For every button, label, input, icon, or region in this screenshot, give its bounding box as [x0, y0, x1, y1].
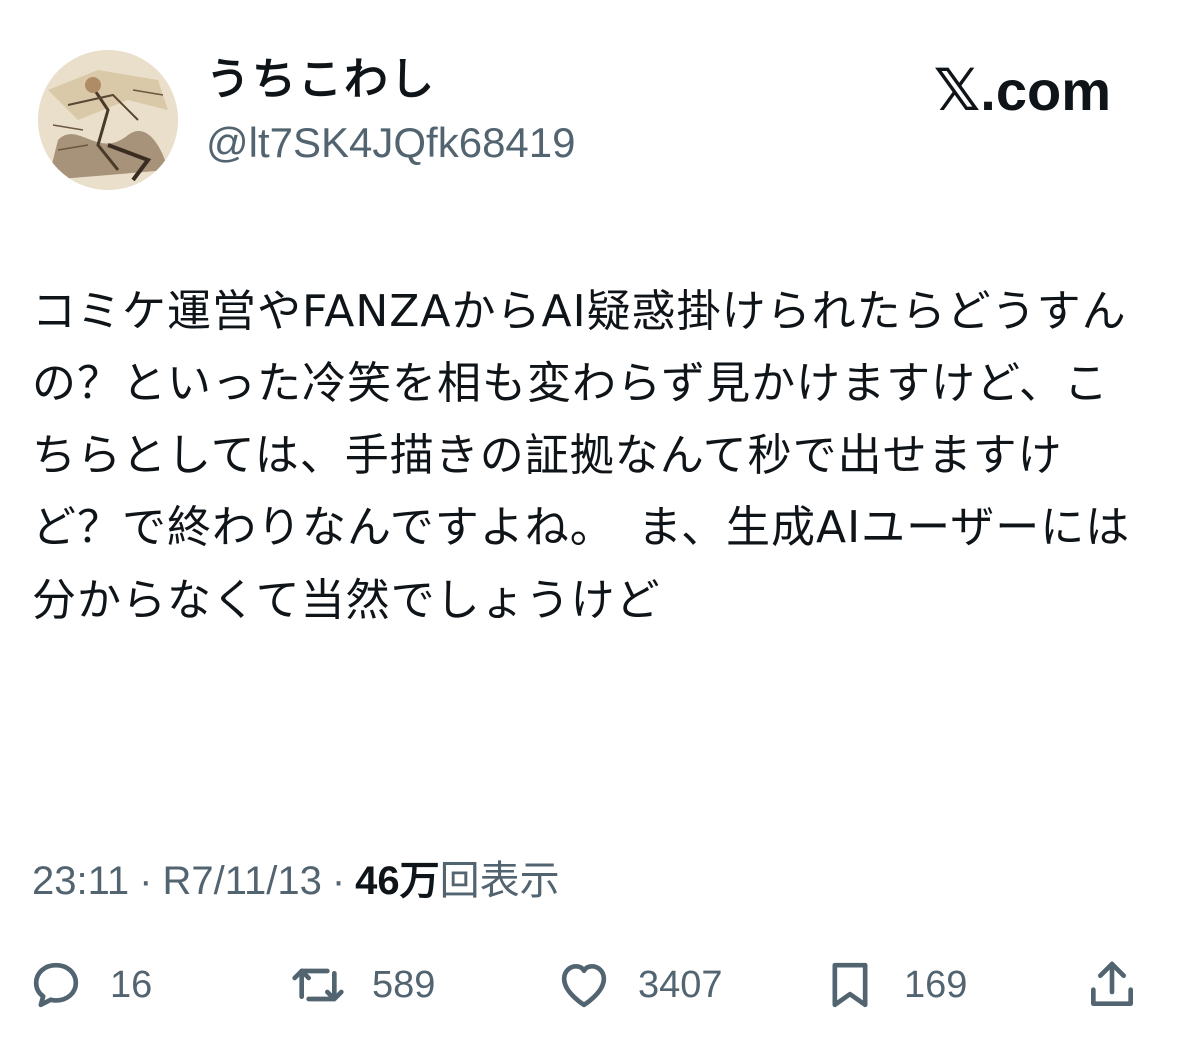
- bookmark-icon: [832, 962, 868, 1008]
- reply-icon: [33, 962, 79, 1008]
- meta-separator: ·: [139, 859, 153, 903]
- x-logo: 𝕏 .com: [934, 56, 1111, 124]
- tweet-date[interactable]: R7/11/13: [162, 859, 321, 903]
- share-icon: [1091, 961, 1133, 1006]
- heart-icon: [561, 964, 607, 1008]
- views-label: 回表示: [439, 859, 560, 903]
- like-button[interactable]: 3407: [556, 950, 723, 1020]
- share-button[interactable]: [1084, 950, 1140, 1020]
- repost-icon: [292, 968, 344, 1002]
- repost-button[interactable]: 589: [290, 950, 435, 1020]
- like-count: 3407: [638, 963, 723, 1006]
- action-bar: 16 589 3407 169: [0, 950, 1179, 1020]
- tweet-text: コミケ運営やFANZAからAI疑惑掛けられたらどうすんの？といった冷笑を相も変わ…: [32, 286, 1131, 626]
- user-handle[interactable]: @lt7SK4JQfk68419: [206, 118, 576, 168]
- reply-button[interactable]: 16: [28, 950, 152, 1020]
- x-domain-text: .com: [980, 59, 1111, 122]
- reply-count: 16: [110, 963, 153, 1006]
- bookmark-count: 169: [904, 963, 968, 1006]
- meta-separator: ·: [331, 859, 346, 903]
- avatar[interactable]: [38, 50, 178, 190]
- display-name[interactable]: うちこわし: [206, 54, 436, 107]
- bookmark-button[interactable]: 169: [822, 950, 967, 1020]
- x-logo-icon: 𝕏: [933, 56, 981, 124]
- avatar-sketch-icon: [38, 50, 178, 190]
- views-count[interactable]: 46万: [355, 859, 440, 903]
- tweet-time[interactable]: 23:11: [32, 859, 129, 903]
- repost-count: 589: [372, 963, 436, 1006]
- tweet-meta: 23:11 · R7/11/13 · 46万回表示: [32, 848, 560, 906]
